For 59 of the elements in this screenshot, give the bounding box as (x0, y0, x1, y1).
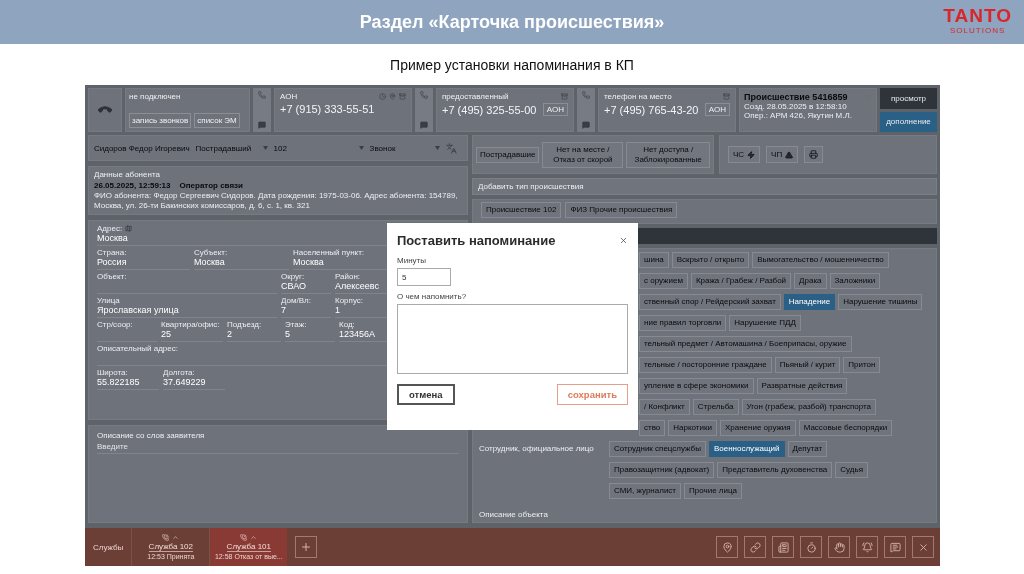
field-value: 2 (227, 329, 232, 339)
logo: TANTO (943, 6, 1012, 26)
slide-title: Раздел «Карточка происшествия» (359, 11, 665, 33)
field-label: Дом/Вл: (281, 296, 311, 305)
field-label: Страна: (97, 248, 127, 257)
field-label: Описание со слов заявителя (97, 431, 205, 440)
field-label: Адрес: (97, 224, 123, 233)
field-label: Район: (335, 272, 361, 281)
field-value: 7 (281, 305, 286, 315)
field-label: Округ: (281, 272, 305, 281)
field-value: 1 (335, 305, 340, 315)
phone-label: предоставленный (442, 92, 509, 101)
subscriber-provider: Оператор связи (179, 181, 243, 190)
phone-number: +7 (495) 325-55-00 (442, 103, 537, 116)
field-value: Алексеевс (335, 281, 379, 291)
field-label: Подъезд: (227, 320, 262, 329)
slide-subtitle: Пример установки напоминания в КП (389, 55, 635, 75)
field-value: 37.649229 (163, 377, 206, 387)
field-label: Корпус: (335, 296, 364, 305)
field-label: Код: (339, 320, 355, 329)
phone-number: +7 (495) 765-43-20 (604, 103, 699, 116)
phone-label: АОН (280, 92, 298, 101)
field-label: Объект: (97, 272, 127, 281)
note-label: О чем напомнить? (397, 292, 468, 301)
phone-number: +7 (915) 333-55-51 (280, 103, 375, 115)
section-label: Сотрудник, официальное лицо (479, 443, 595, 453)
dialog-title: Поставить напоминание (397, 233, 556, 248)
field-label: Широта: (97, 368, 128, 377)
minutes-label: Минуты (397, 256, 427, 265)
field-value: Москва (97, 233, 128, 243)
services-label: Службы (92, 542, 125, 552)
person-name: Сидоров Федор Игоревич (94, 143, 190, 153)
field-value: 5 (285, 329, 290, 339)
field-value: Ярославская улица (97, 305, 179, 315)
field-value: 55.822185 (97, 377, 140, 387)
field-label: Долгота: (163, 368, 195, 377)
field-value: СВАО (281, 281, 306, 291)
connection-status: не подключен (129, 92, 182, 101)
field-label: Субъект: (194, 248, 228, 257)
logo-tagline: SOLUTIONS (950, 26, 1006, 35)
subscriber-timestamp: 26.05.2025, 12:59:13 (94, 181, 171, 190)
field-label: Улица (97, 296, 120, 305)
field-value: Москва (194, 257, 225, 267)
field-label: Этаж: (285, 320, 307, 329)
field-label: Квартира/офис: (161, 320, 220, 329)
subscriber-heading: Данные абонента (94, 170, 161, 180)
incident-title: Происшествие 5416859 (744, 92, 848, 102)
incident-created: Созд. 28.05.2025 в 12:58:10 (744, 102, 848, 111)
field-label: Описательный адрес: (97, 344, 178, 353)
section-label: Описание объекта (479, 509, 549, 519)
subscriber-details: ФИО абонента: Федор Сергеевич Сидоров. Дата рождения: 1975-03-06. Адрес абонента: 154789, Москва, ул. 26-ти Бакинских комиссаров, д. 6, с. 1, кв. 321 (94, 191, 459, 211)
field-label: Населенный пункт: (293, 248, 365, 257)
field-value: 25 (161, 329, 171, 339)
incident-operator: Опер.: АРМ 426, Якутин М.Л. (744, 111, 853, 120)
field-value: 123456А (339, 329, 376, 339)
field-value: Москва (293, 257, 324, 267)
field-value: Россия (97, 257, 127, 267)
field-label: Стр/соор: (97, 320, 133, 329)
phone-label: телефон на место (604, 92, 672, 101)
